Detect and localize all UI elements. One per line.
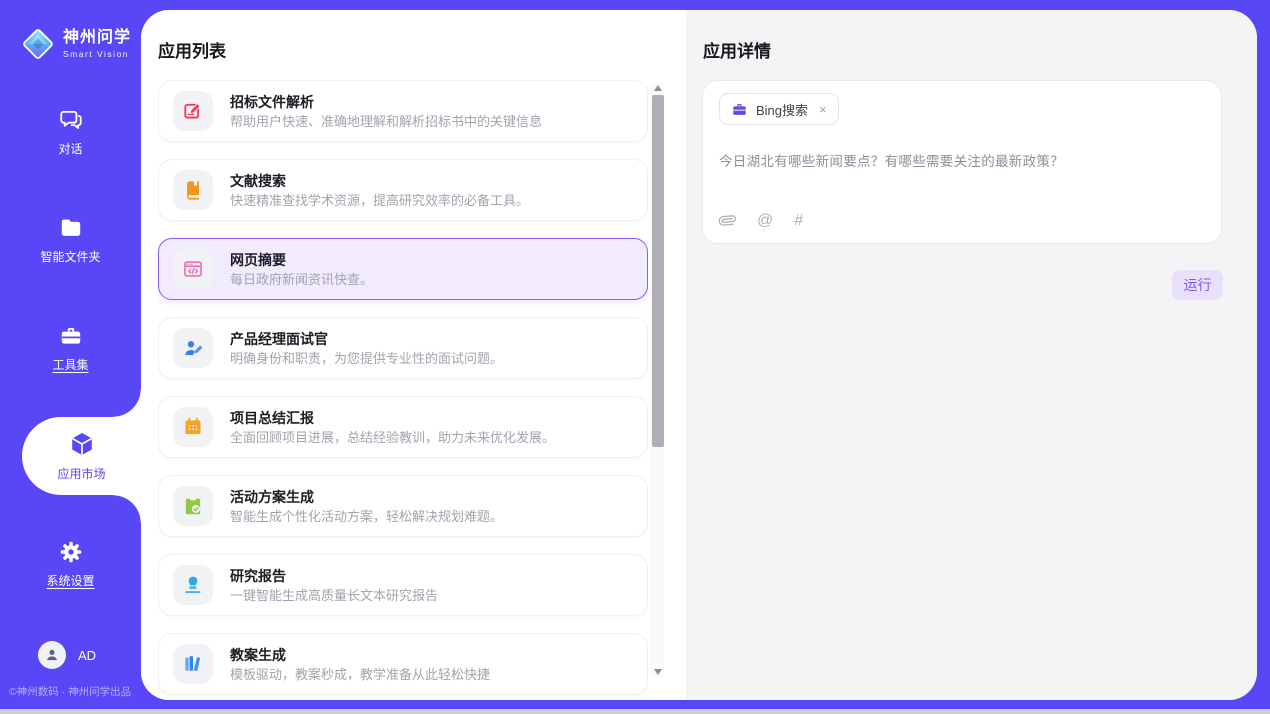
app-card-text: 活动方案生成智能生成个性化活动方案，轻松解决规划难题。 — [230, 490, 503, 523]
briefcase-icon — [731, 101, 748, 118]
user-row[interactable]: AD — [0, 638, 141, 672]
user-name: AD — [78, 648, 96, 663]
app-card-title: 网页摘要 — [230, 253, 373, 267]
sidebar-item-label: 对话 — [58, 140, 82, 157]
sidebar-item-label: 智能文件夹 — [40, 248, 100, 265]
user-avatar-icon — [38, 641, 66, 669]
copyright-text: ©神州数码 · 神州问学出品 — [0, 672, 141, 709]
app-card-description: 一键智能生成高质量长文本研究报告 — [230, 589, 438, 602]
diamond-logo-icon — [20, 26, 56, 62]
tag-close-icon[interactable]: × — [819, 103, 827, 116]
interviewer-icon — [173, 328, 213, 368]
app-card-title: 教案生成 — [230, 648, 490, 662]
sidebar-item-label: 应用市场 — [57, 465, 105, 482]
sidebar: 神州问学 Smart Vision 对话智能文件夹工具集应用市场系统设置 AD … — [0, 0, 141, 709]
cube-icon — [68, 430, 96, 458]
app-window: 神州问学 Smart Vision 对话智能文件夹工具集应用市场系统设置 AD … — [0, 0, 1270, 714]
at-icon[interactable]: @ — [757, 213, 773, 229]
app-detail-title: 应用详情 — [703, 37, 1257, 62]
app-card-title: 文献搜索 — [230, 174, 529, 188]
app-card-text: 招标文件解析帮助用户快速、准确地理解和解析招标书中的关键信息 — [230, 95, 542, 128]
app-detail-panel: 应用详情 Bing搜索 × 今日湖北有哪些新闻要点？有哪些需要关注的最新政策？ … — [686, 10, 1257, 700]
app-card-title: 招标文件解析 — [230, 95, 542, 109]
scroll-up-arrow-icon[interactable] — [654, 85, 662, 91]
paperclip-icon[interactable] — [719, 212, 736, 229]
scroll-down-arrow-icon[interactable] — [654, 669, 662, 675]
bid-document-icon — [173, 91, 213, 131]
app-card[interactable]: 项目总结汇报全面回顾项目进展，总结经验教训，助力未来优化发展。 — [158, 396, 648, 458]
sidebar-nav: 对话智能文件夹工具集应用市场系统设置 — [0, 78, 141, 618]
app-list-title: 应用列表 — [158, 37, 686, 62]
app-list-panel: 应用列表 招标文件解析帮助用户快速、准确地理解和解析招标书中的关键信息文献搜索快… — [141, 10, 686, 700]
sidebar-item-label: 系统设置 — [46, 572, 94, 589]
app-card-title: 产品经理面试官 — [230, 332, 503, 346]
logo: 神州问学 Smart Vision — [0, 0, 141, 78]
books-icon — [173, 644, 213, 684]
logo-subtitle: Smart Vision — [63, 49, 131, 59]
app-card-text: 项目总结汇报全面回顾项目进展，总结经验教训，助力未来优化发展。 — [230, 411, 555, 444]
tool-tag-bing-search[interactable]: Bing搜索 × — [719, 93, 839, 125]
app-card-text: 网页摘要每日政府新闻资讯快查。 — [230, 253, 373, 286]
clipboard-check-icon — [173, 486, 213, 526]
app-card-description: 全面回顾项目进展，总结经验教训，助力未来优化发展。 — [230, 431, 555, 444]
app-card[interactable]: 文献搜索快速精准查找学术资源，提高研究效率的必备工具。 — [158, 159, 648, 221]
prompt-card: Bing搜索 × 今日湖北有哪些新闻要点？有哪些需要关注的最新政策？ @# — [702, 80, 1222, 244]
app-card-list: 招标文件解析帮助用户快速、准确地理解和解析招标书中的关键信息文献搜索快速精准查找… — [158, 80, 648, 700]
app-card[interactable]: 产品经理面试官明确身份和职责，为您提供专业性的面试问题。 — [158, 317, 648, 379]
app-card-description: 每日政府新闻资讯快查。 — [230, 273, 373, 286]
app-card-text: 教案生成模板驱动，教案秒成，教学准备从此轻松快捷 — [230, 648, 490, 681]
gear-icon — [58, 539, 84, 565]
tool-tag-label: Bing搜索 — [756, 100, 808, 119]
app-card-description: 智能生成个性化活动方案，轻松解决规划难题。 — [230, 510, 503, 523]
app-card[interactable]: 研究报告一键智能生成高质量长文本研究报告 — [158, 554, 648, 616]
research-stamp-icon — [173, 565, 213, 605]
hash-icon[interactable]: # — [794, 213, 803, 229]
scrollbar-thumb[interactable] — [652, 95, 664, 447]
input-toolbar: @# — [719, 212, 1205, 229]
toolbox-icon — [58, 323, 84, 349]
sidebar-item-chat[interactable]: 对话 — [0, 78, 141, 186]
main-content: 应用列表 招标文件解析帮助用户快速、准确地理解和解析招标书中的关键信息文献搜索快… — [141, 10, 1257, 700]
folder-icon — [58, 215, 84, 241]
sidebar-item-app-market[interactable]: 应用市场 — [22, 417, 141, 495]
app-card-text: 产品经理面试官明确身份和职责，为您提供专业性的面试问题。 — [230, 332, 503, 365]
logo-title: 神州问学 — [63, 29, 131, 47]
chat-icon — [58, 107, 84, 133]
scrollbar[interactable] — [651, 82, 664, 678]
app-card[interactable]: 网页摘要每日政府新闻资讯快查。 — [158, 238, 648, 300]
book-icon — [173, 170, 213, 210]
sidebar-item-label: 工具集 — [52, 356, 88, 373]
app-card-description: 帮助用户快速、准确地理解和解析招标书中的关键信息 — [230, 115, 542, 128]
app-card[interactable]: 招标文件解析帮助用户快速、准确地理解和解析招标书中的关键信息 — [158, 80, 648, 142]
app-card-description: 明确身份和职责，为您提供专业性的面试问题。 — [230, 352, 503, 365]
summary-report-icon — [173, 407, 213, 447]
app-card-title: 研究报告 — [230, 569, 438, 583]
app-card-text: 研究报告一键智能生成高质量长文本研究报告 — [230, 569, 438, 602]
app-card-description: 快速精准查找学术资源，提高研究效率的必备工具。 — [230, 194, 529, 207]
webpage-icon — [173, 249, 213, 289]
sidebar-item-system-settings[interactable]: 系统设置 — [0, 510, 141, 618]
app-card-description: 模板驱动，教案秒成，教学准备从此轻松快捷 — [230, 668, 490, 681]
app-card-text: 文献搜索快速精准查找学术资源，提高研究效率的必备工具。 — [230, 174, 529, 207]
sidebar-item-smart-folder[interactable]: 智能文件夹 — [0, 186, 141, 294]
app-card[interactable]: 活动方案生成智能生成个性化活动方案，轻松解决规划难题。 — [158, 475, 648, 537]
app-card[interactable]: 教案生成模板驱动，教案秒成，教学准备从此轻松快捷 — [158, 633, 648, 695]
app-card-title: 活动方案生成 — [230, 490, 503, 504]
run-button[interactable]: 运行 — [1172, 270, 1223, 300]
sidebar-item-toolset[interactable]: 工具集 — [0, 294, 141, 402]
query-text[interactable]: 今日湖北有哪些新闻要点？有哪些需要关注的最新政策？ — [719, 150, 1205, 170]
app-card-title: 项目总结汇报 — [230, 411, 555, 425]
